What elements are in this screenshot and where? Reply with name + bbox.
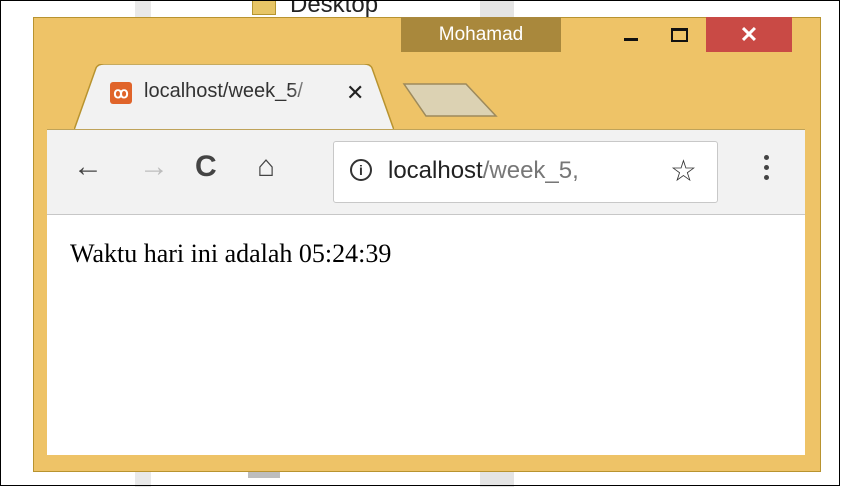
address-bar-url[interactable]: localhost/week_5, (388, 157, 579, 185)
bookmark-star-icon[interactable]: ☆ (670, 154, 697, 189)
reload-icon: C (195, 150, 217, 183)
info-icon[interactable]: i (350, 159, 372, 181)
tab-active[interactable]: ꝏ localhost/week_5/ ✕ (74, 64, 394, 130)
tab-close-icon[interactable]: ✕ (346, 80, 364, 106)
reload-button[interactable]: C (195, 152, 217, 182)
home-button[interactable]: ⌂ (257, 152, 275, 182)
menu-dot (763, 175, 769, 180)
minimize-icon (624, 38, 638, 41)
menu-dot (763, 165, 769, 170)
back-button[interactable]: ← (73, 152, 103, 182)
minimize-button[interactable] (609, 17, 653, 52)
tab-title: localhost/week_5/ (144, 80, 303, 102)
arrow-right-icon: → (139, 150, 169, 183)
menu-button[interactable] (761, 152, 771, 192)
browser-toolbar: ← → C ⌂ i localhost/week_5, ☆ (47, 129, 805, 214)
new-tab-button[interactable] (402, 82, 502, 118)
forward-button[interactable]: → (139, 152, 169, 182)
arrow-left-icon: ← (73, 150, 103, 183)
page-content: Waktu hari ini adalah 05:24:39 (47, 214, 805, 455)
maximize-button[interactable] (657, 17, 701, 52)
maximize-icon (670, 27, 688, 42)
kebab-menu-icon (763, 155, 769, 160)
home-icon: ⌂ (257, 150, 276, 183)
url-path: /week_5, (482, 157, 579, 184)
page-text: Waktu hari ini adalah 05:24:39 (70, 239, 392, 268)
url-host: localhost (388, 157, 483, 184)
profile-badge[interactable]: Mohamad (401, 17, 561, 52)
close-icon: ✕ (739, 21, 759, 47)
browser-window: Mohamad ✕ ꝏ localhost/week_5/ ✕ ← → C ⌂ … (33, 17, 821, 472)
close-window-button[interactable]: ✕ (706, 17, 792, 52)
tab-title-fade (290, 78, 320, 106)
address-bar[interactable]: i localhost/week_5, ☆ (333, 141, 718, 203)
xampp-icon: ꝏ (110, 82, 132, 104)
